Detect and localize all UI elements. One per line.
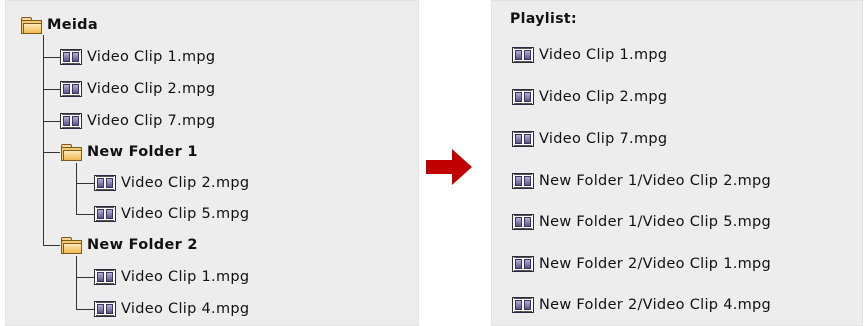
- tree-item-video-clip[interactable]: Video Clip 4.mpg: [94, 298, 249, 320]
- playlist-item[interactable]: Video Clip 1.mpg: [512, 44, 667, 66]
- tree-item-label: Video Clip 4.mpg: [121, 301, 250, 317]
- video-clip-icon: [512, 131, 534, 147]
- tree-connector: [76, 309, 94, 310]
- video-clip-icon: [512, 297, 534, 313]
- playlist-item[interactable]: Video Clip 2.mpg: [512, 86, 667, 108]
- video-clip-icon: [94, 175, 116, 191]
- video-clip-icon: [94, 206, 116, 222]
- tree-connector: [43, 57, 60, 58]
- playlist-item[interactable]: New Folder 2/Video Clip 1.mpg: [512, 253, 771, 275]
- tree-item-label: Video Clip 2.mpg: [87, 81, 216, 97]
- tree-connector: [43, 89, 60, 90]
- folder-icon: [60, 143, 82, 161]
- tree-item-label: Video Clip 7.mpg: [87, 113, 216, 129]
- video-clip-icon: [60, 49, 82, 65]
- playlist-item-label: Video Clip 2.mpg: [539, 89, 668, 105]
- tree-connector: [76, 277, 94, 278]
- tree-connector: [76, 163, 77, 214]
- playlist-item[interactable]: Video Clip 7.mpg: [512, 128, 667, 150]
- tree-item-label: Video Clip 5.mpg: [121, 206, 250, 222]
- playlist-item-label: Video Clip 7.mpg: [539, 131, 668, 147]
- playlist-item-label: New Folder 1/Video Clip 2.mpg: [539, 173, 772, 189]
- playlist-item[interactable]: New Folder 1/Video Clip 2.mpg: [512, 170, 771, 192]
- tree-folder-new-folder-1[interactable]: New Folder 1: [60, 141, 198, 163]
- video-clip-icon: [512, 256, 534, 272]
- video-clip-icon: [512, 89, 534, 105]
- tree-connector: [43, 152, 60, 153]
- folder-icon: [20, 16, 42, 34]
- media-tree-panel: Meida Video Clip 1.mpg Video Clip 2.mpg …: [5, 0, 419, 326]
- playlist-item[interactable]: New Folder 2/Video Clip 4.mpg: [512, 294, 771, 316]
- video-clip-icon: [94, 301, 116, 317]
- tree-item-video-clip[interactable]: Video Clip 2.mpg: [60, 78, 215, 100]
- tree-folder-label: New Folder 2: [87, 237, 198, 253]
- tree-root-label: Meida: [47, 17, 98, 33]
- tree-connector: [76, 183, 94, 184]
- tree-connector: [43, 245, 60, 246]
- playlist-title: Playlist:: [510, 11, 578, 27]
- video-clip-icon: [60, 81, 82, 97]
- tree-item-video-clip[interactable]: Video Clip 1.mpg: [94, 266, 249, 288]
- tree-connector: [76, 256, 77, 309]
- tree-item-label: Video Clip 2.mpg: [121, 175, 250, 191]
- tree-connector: [76, 214, 94, 215]
- tree-folder-new-folder-2[interactable]: New Folder 2: [60, 234, 198, 256]
- playlist-panel: Playlist: Video Clip 1.mpg Video Clip 2.…: [491, 0, 863, 326]
- playlist-item-label: New Folder 1/Video Clip 5.mpg: [539, 214, 772, 230]
- video-clip-icon: [60, 113, 82, 129]
- playlist-item-label: New Folder 2/Video Clip 4.mpg: [539, 297, 772, 313]
- tree-item-video-clip[interactable]: Video Clip 7.mpg: [60, 110, 215, 132]
- tree-connector: [43, 35, 44, 245]
- video-clip-icon: [94, 269, 116, 285]
- video-clip-icon: [512, 214, 534, 230]
- tree-item-video-clip[interactable]: Video Clip 5.mpg: [94, 203, 249, 225]
- tree-connector: [43, 121, 60, 122]
- tree-item-label: Video Clip 1.mpg: [121, 269, 250, 285]
- tree-folder-label: New Folder 1: [87, 144, 198, 160]
- tree-item-video-clip[interactable]: Video Clip 2.mpg: [94, 172, 249, 194]
- folder-icon: [60, 236, 82, 254]
- right-arrow-icon: [426, 149, 472, 185]
- tree-root-folder[interactable]: Meida: [20, 14, 98, 36]
- tree-item-label: Video Clip 1.mpg: [87, 49, 216, 65]
- playlist-item[interactable]: New Folder 1/Video Clip 5.mpg: [512, 211, 771, 233]
- video-clip-icon: [512, 173, 534, 189]
- playlist-item-label: New Folder 2/Video Clip 1.mpg: [539, 256, 772, 272]
- tree-item-video-clip[interactable]: Video Clip 1.mpg: [60, 46, 215, 68]
- video-clip-icon: [512, 47, 534, 63]
- playlist-item-label: Video Clip 1.mpg: [539, 47, 668, 63]
